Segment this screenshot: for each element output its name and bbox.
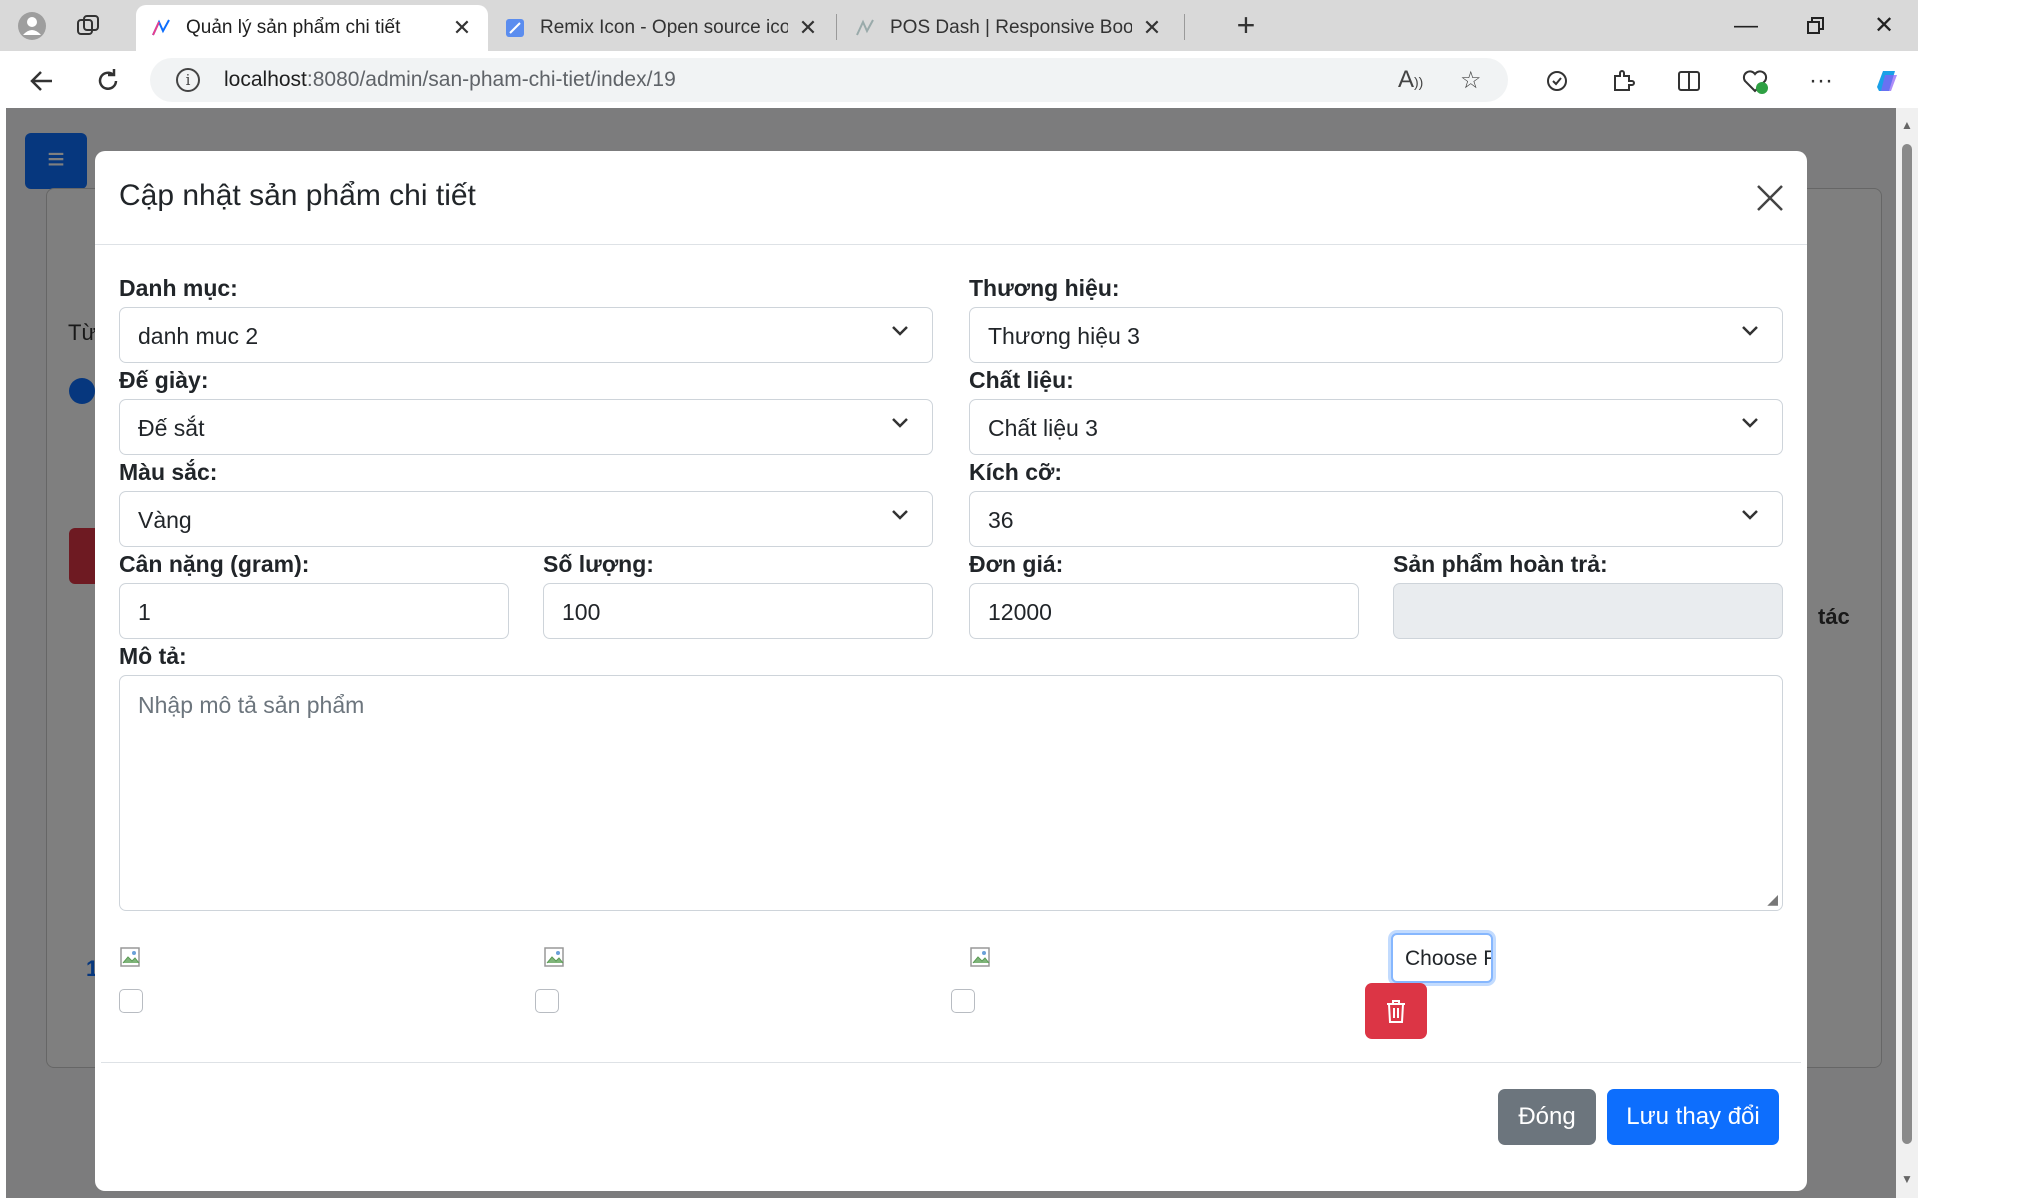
tab-separator [1184, 14, 1185, 40]
sole-value: Đế sắt [138, 415, 205, 441]
url-field[interactable]: i localhost:8080/admin/san-pham-chi-tiet… [150, 58, 1508, 102]
remix-favicon-icon [504, 17, 526, 39]
more-menu-icon[interactable]: ··· [1802, 62, 1840, 100]
resize-grip-icon[interactable]: ◢ [1767, 891, 1778, 908]
scrollbar-thumb[interactable] [1902, 144, 1912, 1144]
chevron-down-icon [892, 510, 908, 520]
material-value: Chất liệu 3 [988, 415, 1098, 441]
material-select[interactable]: Chất liệu 3 [969, 399, 1783, 455]
quantity-label: Số lượng: [543, 551, 654, 577]
weight-label: Cân nặng (gram): [119, 551, 310, 577]
image-1-checkbox[interactable] [119, 989, 143, 1013]
tab-remix-icon[interactable]: Remix Icon - Open source icon lib ✕ [490, 5, 834, 51]
tab-san-pham-chi-tiet[interactable]: Quản lý sản phẩm chi tiết ✕ [136, 5, 488, 51]
modal-header: Cập nhật sản phẩm chi tiết [95, 151, 1807, 245]
broken-image-icon [120, 947, 140, 967]
url-text: localhost:8080/admin/san-pham-chi-tiet/i… [224, 68, 676, 91]
category-select[interactable]: danh muc 2 [119, 307, 933, 363]
quantity-value: 100 [562, 599, 601, 625]
close-button[interactable]: Đóng [1498, 1089, 1596, 1145]
chevron-down-icon [1742, 510, 1758, 520]
app-favicon-icon [854, 17, 876, 39]
chevron-down-icon [892, 326, 908, 336]
tab-separator [836, 14, 837, 40]
tab-close-icon[interactable]: ✕ [796, 15, 820, 41]
window-close-icon[interactable]: ✕ [1864, 8, 1904, 44]
price-value: 12000 [988, 599, 1052, 625]
color-label: Màu sắc: [119, 459, 218, 485]
tab-close-icon[interactable]: ✕ [450, 15, 474, 41]
address-bar: i localhost:8080/admin/san-pham-chi-tiet… [0, 51, 1918, 108]
favorite-star-icon[interactable]: ☆ [1460, 66, 1482, 95]
site-info-icon[interactable]: i [176, 68, 200, 92]
description-textarea[interactable]: Nhập mô tả sản phẩm ◢ [119, 675, 1783, 911]
size-value: 36 [988, 507, 1014, 533]
size-select[interactable]: 36 [969, 491, 1783, 547]
trash-icon [1387, 1000, 1405, 1023]
returned-product-label: Sản phẩm hoàn trả: [1393, 551, 1608, 577]
browser-tab-bar: Quản lý sản phẩm chi tiết ✕ Remix Icon -… [0, 0, 1918, 51]
tab-label: Remix Icon - Open source icon lib [540, 17, 788, 38]
scroll-up-icon[interactable]: ▲ [1900, 118, 1914, 132]
chevron-down-icon [1742, 326, 1758, 336]
chevron-down-icon [892, 418, 908, 428]
description-label: Mô tả: [119, 643, 187, 669]
sole-label: Đế giày: [119, 367, 209, 393]
choose-file-label: Choose F [1405, 947, 1493, 970]
broken-image-icon [970, 947, 990, 967]
brand-label: Thương hiệu: [969, 275, 1120, 301]
back-arrow-icon[interactable] [22, 61, 62, 101]
broken-image-icon [544, 947, 564, 967]
weight-input[interactable]: 1 [119, 583, 509, 639]
delete-image-button[interactable] [1365, 983, 1427, 1039]
material-label: Chất liệu: [969, 367, 1074, 393]
tab-close-icon[interactable]: ✕ [1140, 15, 1164, 41]
tab-label: POS Dash | Responsive Bootstrap [890, 17, 1132, 38]
scroll-down-icon[interactable]: ▼ [1900, 1172, 1914, 1186]
image-3-checkbox[interactable] [951, 989, 975, 1013]
description-placeholder: Nhập mô tả sản phẩm [138, 692, 365, 718]
color-value: Vàng [138, 507, 192, 533]
save-changes-button[interactable]: Lưu thay đổi [1607, 1089, 1779, 1145]
price-input[interactable]: 12000 [969, 583, 1359, 639]
category-value: danh muc 2 [138, 323, 259, 349]
size-label: Kích cỡ: [969, 459, 1063, 485]
modal-title: Cập nhật sản phẩm chi tiết [119, 179, 476, 212]
brand-value: Thương hiệu 3 [988, 323, 1140, 349]
color-select[interactable]: Vàng [119, 491, 933, 547]
tab-pos-dash[interactable]: POS Dash | Responsive Bootstrap ✕ [840, 5, 1178, 51]
returned-product-input [1393, 583, 1783, 639]
update-product-detail-modal: Cập nhật sản phẩm chi tiết Danh mục: dan… [95, 151, 1807, 1191]
profile-icon[interactable] [14, 8, 50, 44]
copilot-icon[interactable] [1868, 62, 1906, 100]
restore-icon[interactable] [1796, 8, 1836, 44]
chevron-down-icon [1742, 418, 1758, 428]
quantity-input[interactable]: 100 [543, 583, 933, 639]
split-screen-icon[interactable] [1670, 62, 1708, 100]
minimize-icon[interactable]: — [1726, 8, 1766, 44]
image-2-checkbox[interactable] [535, 989, 559, 1013]
refresh-sync-icon[interactable] [1538, 62, 1576, 100]
workspaces-icon[interactable] [70, 8, 106, 44]
weight-value: 1 [138, 599, 151, 625]
app-favicon-icon [150, 17, 172, 39]
browser-essentials-icon[interactable] [1736, 62, 1774, 100]
sole-select[interactable]: Đế sắt [119, 399, 933, 455]
read-aloud-icon[interactable]: A)) [1398, 66, 1423, 94]
extensions-icon[interactable] [1604, 62, 1642, 100]
modal-footer-divider [101, 1062, 1801, 1063]
modal-close-icon[interactable] [1751, 179, 1789, 217]
page-scrollbar[interactable]: ▲ ▼ [1896, 108, 1918, 1198]
price-label: Đơn giá: [969, 551, 1064, 577]
tab-label: Quản lý sản phẩm chi tiết [186, 17, 401, 38]
category-label: Danh mục: [119, 275, 238, 301]
reload-icon[interactable] [88, 61, 128, 101]
new-tab-icon[interactable]: + [1228, 8, 1264, 44]
brand-select[interactable]: Thương hiệu 3 [969, 307, 1783, 363]
choose-file-button[interactable]: Choose F [1391, 933, 1493, 983]
